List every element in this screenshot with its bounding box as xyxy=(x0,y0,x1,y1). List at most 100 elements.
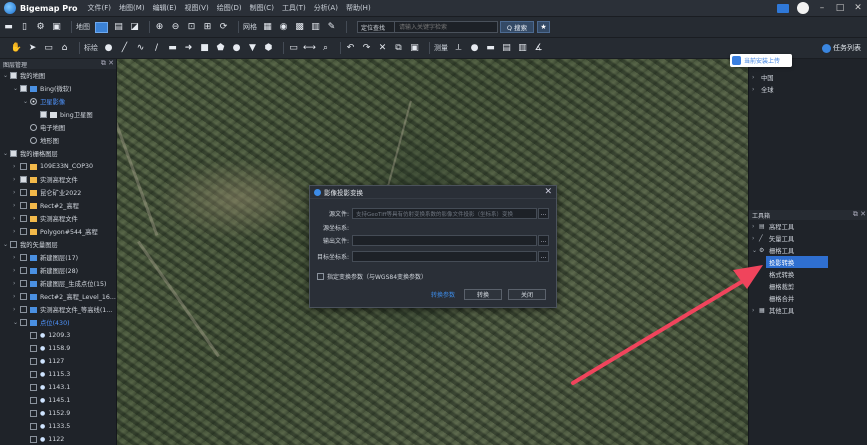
layer-row[interactable]: ● 1209.3 xyxy=(0,329,116,342)
expand-arrow-icon[interactable]: › xyxy=(13,254,20,261)
layer-checkbox[interactable] xyxy=(30,410,37,417)
raster-projection-convert[interactable]: 投影转换 xyxy=(766,256,828,268)
search-button[interactable]: Q 搜索 xyxy=(500,21,534,33)
expand-arrow-icon[interactable]: › xyxy=(13,306,20,313)
expand-arrow-icon[interactable]: › xyxy=(13,202,20,209)
open-folder-icon[interactable]: ▬ xyxy=(3,22,14,33)
minimize-icon[interactable]: – xyxy=(817,3,827,13)
task-list-button[interactable]: 任务列表 xyxy=(822,43,861,53)
chart-icon[interactable]: ◪ xyxy=(129,22,140,33)
layer-row[interactable]: ● 1133.5 xyxy=(0,420,116,433)
layer-checkbox[interactable] xyxy=(20,319,27,326)
layer-row[interactable]: ⌄ Bing(微软) xyxy=(0,82,116,95)
measure-box-icon[interactable]: ▥ xyxy=(517,43,528,54)
layer-row[interactable]: › 新建图层_生成点位(15) xyxy=(0,277,116,290)
refresh-icon[interactable]: ⟳ xyxy=(218,22,229,33)
layer-checkbox[interactable] xyxy=(30,358,37,365)
layer-radio[interactable] xyxy=(30,98,37,105)
layer-checkbox[interactable] xyxy=(20,189,27,196)
tool-other[interactable]: › ▦ 其他工具 xyxy=(749,304,867,316)
layer-checkbox[interactable] xyxy=(20,267,27,274)
new-file-icon[interactable]: ▯ xyxy=(19,22,30,33)
circle-icon[interactable]: ● xyxy=(231,43,242,54)
expand-arrow-icon[interactable]: › xyxy=(752,307,759,314)
layer-checkbox[interactable] xyxy=(30,423,37,430)
layer-row[interactable]: › Rect#2_高程 xyxy=(0,199,116,212)
cloud-upload-button[interactable]: 当前安装上传 xyxy=(730,54,792,67)
layer-row[interactable]: ⌄ 我的地图 xyxy=(0,69,116,82)
expand-arrow-icon[interactable]: › xyxy=(13,215,20,222)
source-file-browse-button[interactable]: ... xyxy=(538,208,549,219)
layer-checkbox[interactable] xyxy=(20,293,27,300)
menu-help[interactable]: 帮助(H) xyxy=(346,3,371,13)
measure-area-icon[interactable]: ▬ xyxy=(485,43,496,54)
curve-icon[interactable]: ∿ xyxy=(135,43,146,54)
collapse-arrow-icon[interactable]: ⌄ xyxy=(13,319,20,326)
brush-icon[interactable]: ✎ xyxy=(326,22,337,33)
tile-icon[interactable]: ▩ xyxy=(294,22,305,33)
expand-arrow-icon[interactable]: › xyxy=(13,163,20,170)
expand-arrow-icon[interactable]: › xyxy=(13,280,20,287)
redo-icon[interactable]: ↷ xyxy=(361,43,372,54)
transform-params-checkbox[interactable] xyxy=(317,273,324,280)
maximize-icon[interactable]: □ xyxy=(835,3,845,13)
pentagon-icon[interactable]: ⬟ xyxy=(215,43,226,54)
layer-checkbox[interactable] xyxy=(20,254,27,261)
polyline-icon[interactable]: ╱ xyxy=(119,43,130,54)
layer-row[interactable]: ● 1152.9 xyxy=(0,407,116,420)
output-file-input[interactable] xyxy=(352,235,537,246)
layer-checkbox[interactable] xyxy=(30,397,37,404)
menu-edit[interactable]: 编辑(E) xyxy=(153,3,177,13)
layer-row[interactable]: › 新建图层(28) xyxy=(0,264,116,277)
layer-row[interactable]: ⌄ 我的矢量图层 xyxy=(0,238,116,251)
favorite-star-icon[interactable]: ★ xyxy=(537,21,550,33)
close-button[interactable]: 关闭 xyxy=(508,289,546,300)
measure-profile-icon[interactable]: ▤ xyxy=(501,43,512,54)
triangle-icon[interactable]: ▼ xyxy=(247,43,258,54)
expand-arrow-icon[interactable]: › xyxy=(752,74,759,81)
copy-icon[interactable]: ⧉ xyxy=(393,43,404,54)
layer-checkbox[interactable] xyxy=(10,72,17,79)
layer-row[interactable]: ● 1127 xyxy=(0,355,116,368)
layers-icon[interactable]: ▤ xyxy=(113,22,124,33)
map-source-icon[interactable] xyxy=(95,21,108,33)
layer-row[interactable]: ● 1115.3 xyxy=(0,368,116,381)
menu-tools[interactable]: 工具(T) xyxy=(282,3,306,13)
layer-checkbox[interactable] xyxy=(10,150,17,157)
monitor-icon[interactable] xyxy=(777,3,789,13)
close-icon[interactable]: ✕ xyxy=(853,3,863,13)
zoom-out-icon[interactable]: ⊖ xyxy=(170,22,181,33)
collapse-arrow-icon[interactable]: ⌄ xyxy=(3,150,10,157)
panel-float-close-icon[interactable]: ⧉ ✕ xyxy=(853,210,866,219)
collapse-arrow-icon[interactable]: ⌄ xyxy=(3,241,10,248)
raster-clip[interactable]: 栅格裁剪 xyxy=(749,280,867,292)
tool-vector[interactable]: › ╱ 矢量工具 xyxy=(749,232,867,244)
home-icon[interactable]: ⌂ xyxy=(59,43,70,54)
line-icon[interactable]: / xyxy=(151,43,162,54)
export-icon[interactable]: ▥ xyxy=(310,22,321,33)
layer-row[interactable]: › Polygon#544_高程 xyxy=(0,225,116,238)
expand-arrow-icon[interactable]: › xyxy=(13,267,20,274)
expand-arrow-icon[interactable]: › xyxy=(13,228,20,235)
layer-checkbox[interactable] xyxy=(30,345,37,352)
layer-row[interactable]: › 昆仑矿业2022 xyxy=(0,186,116,199)
layer-row[interactable]: › 实测高程文件 xyxy=(0,212,116,225)
search-input[interactable] xyxy=(395,21,498,33)
delete-icon[interactable]: ✕ xyxy=(377,43,388,54)
convert-button[interactable]: 转换 xyxy=(464,289,502,300)
zoom-icon[interactable]: ⌕ xyxy=(320,43,331,54)
output-file-browse-button[interactable]: ... xyxy=(538,235,549,246)
measure-angle-icon[interactable]: ∡ xyxy=(533,43,544,54)
pan-hand-icon[interactable]: ✋ xyxy=(11,43,22,54)
collapse-arrow-icon[interactable]: ⌄ xyxy=(23,98,30,105)
rect-dash-icon[interactable]: ▬ xyxy=(167,43,178,54)
layer-radio[interactable] xyxy=(30,124,37,131)
expand-arrow-icon[interactable]: › xyxy=(13,189,20,196)
layer-row[interactable]: ● 1122 xyxy=(0,433,116,445)
measure-distance-icon[interactable]: ⟂ xyxy=(453,43,464,54)
polygon-icon[interactable]: ⬢ xyxy=(263,43,274,54)
layer-row[interactable]: › Rect#2_高程_Level_16... xyxy=(0,290,116,303)
layer-row[interactable]: ⌄ 点位(430) xyxy=(0,316,116,329)
layer-checkbox[interactable] xyxy=(20,163,27,170)
layer-row[interactable]: › 109E33N_COP30 xyxy=(0,160,116,173)
